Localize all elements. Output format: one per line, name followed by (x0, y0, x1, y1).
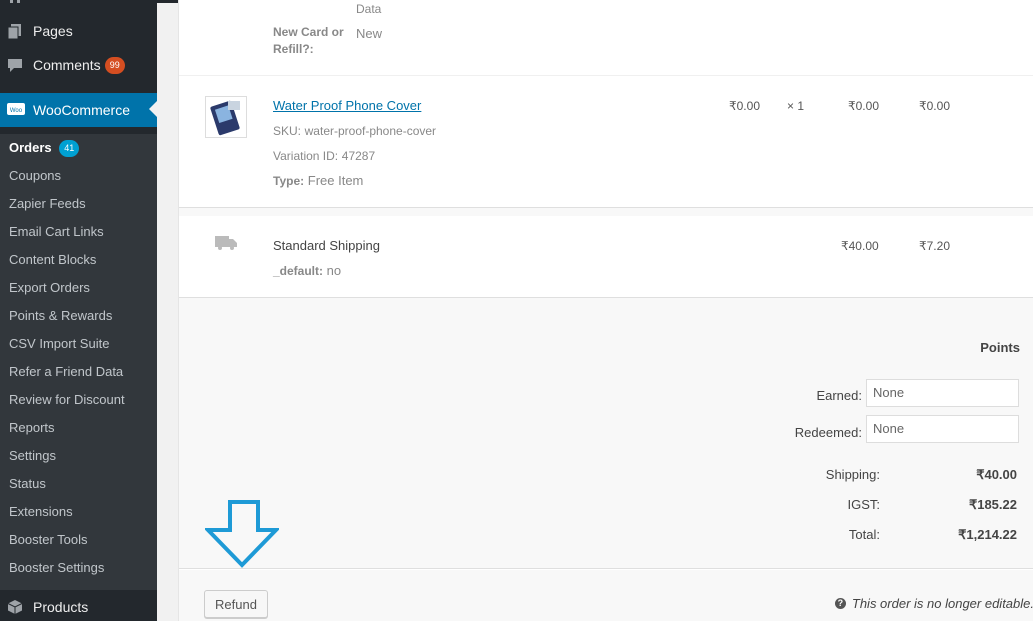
order-totals: Points Earned: None Redeemed: None Shipp… (179, 298, 1033, 569)
type-label: Type: (273, 174, 305, 188)
annotation-down-arrow-icon (205, 500, 279, 568)
submenu-item-zapier-feeds[interactable]: Zapier Feeds (0, 190, 157, 218)
refund-button[interactable]: Refund (204, 590, 268, 618)
submenu-item-reports[interactable]: Reports (0, 414, 157, 442)
submenu-item-email-cart-links[interactable]: Email Cart Links (0, 218, 157, 246)
redeemed-label: Redeemed: (794, 425, 862, 440)
earned-points-field[interactable]: None (866, 379, 1019, 407)
variation-value: 47287 (341, 149, 376, 163)
product-thumbnail[interactable] (205, 96, 247, 138)
shipping-meta-value: no (326, 263, 342, 278)
product-qty: × 1 (787, 99, 805, 113)
sku-label: SKU: (273, 124, 302, 138)
redeemed-points-field[interactable]: None (866, 415, 1019, 443)
submenu-item-points-rewards[interactable]: Points & Rewards (0, 302, 157, 330)
orders-count-badge: 41 (59, 140, 80, 157)
truck-icon (215, 236, 237, 250)
submenu-item-extensions[interactable]: Extensions (0, 498, 157, 526)
igst-label: IGST: (847, 497, 880, 512)
product-cost: ₹0.00 (729, 99, 760, 113)
shipping-total: ₹40.00 (841, 239, 879, 253)
admin-sidebar: Pages Comments 99 Woo WooCommerce Orders… (0, 0, 157, 621)
product-variation-line: Variation ID: 47287 (273, 148, 375, 163)
shipping-row: Standard Shipping _default: no ₹40.00 ₹7… (179, 216, 1033, 298)
shipping-meta-label: _default: (273, 264, 324, 278)
menu-label-comments: Comments (33, 57, 101, 73)
product-name-link[interactable]: Water Proof Phone Cover (273, 98, 421, 113)
order-item-row-partial: Data New Card or Refill?: New (179, 0, 1033, 76)
submenu-item-status[interactable]: Status (0, 470, 157, 498)
product-sku-line: SKU: water-proof-phone-cover (273, 123, 436, 138)
section-gap (179, 208, 1033, 216)
comments-icon (7, 57, 23, 73)
submenu-item-settings[interactable]: Settings (0, 442, 157, 470)
order-total-label: Total: (848, 527, 880, 542)
submenu-item-review-for-discount[interactable]: Review for Discount (0, 386, 157, 414)
not-editable-text: This order is no longer editable. (851, 596, 1033, 611)
shipping-method-name: Standard Shipping (273, 238, 380, 253)
meta-label-new-card: New Card or Refill?: (273, 25, 344, 56)
submenu-item-export-orders[interactable]: Export Orders (0, 274, 157, 302)
meta-value-top: Data (356, 2, 382, 16)
shipping-meta-line: _default: no (273, 263, 341, 278)
woo-logo-text: Woo (10, 108, 23, 114)
variation-label: Variation ID: (273, 149, 339, 163)
sku-value: water-proof-phone-cover (304, 124, 437, 138)
menu-label-woocommerce: WooCommerce (33, 102, 130, 118)
shipping-total-label: Shipping: (825, 467, 880, 482)
submenu-item-booster-settings[interactable]: Booster Settings (0, 554, 157, 582)
comments-count-badge: 99 (104, 56, 125, 74)
submenu-item-refer-a-friend[interactable]: Refer a Friend Data (0, 358, 157, 386)
menu-label-products: Products (33, 599, 89, 615)
shipping-total-value: ₹40.00 (976, 467, 1017, 482)
earned-label: Earned: (816, 388, 862, 403)
type-value: Free Item (307, 173, 364, 188)
menu-item-pages[interactable]: Pages (0, 14, 157, 48)
menu-item-woocommerce[interactable]: Woo WooCommerce (0, 93, 157, 127)
igst-value: ₹185.22 (968, 497, 1017, 512)
product-tax: ₹0.00 (919, 99, 950, 113)
menu-item-comments[interactable]: Comments 99 (0, 48, 157, 82)
order-item-row-product: Water Proof Phone Cover SKU: water-proof… (179, 76, 1033, 208)
submenu-item-orders[interactable]: Orders 41 (0, 134, 157, 162)
menu-item-products[interactable]: Products (0, 590, 157, 621)
woocommerce-icon: Woo (7, 102, 25, 118)
product-type-line: Type: Free Item (273, 173, 363, 188)
submenu-item-content-blocks[interactable]: Content Blocks (0, 246, 157, 274)
not-editable-note: ? This order is no longer editable. (834, 596, 1033, 611)
shipping-tax: ₹7.20 (919, 239, 950, 253)
menu-label-pages: Pages (33, 23, 73, 39)
dashboard-icon (7, 0, 23, 7)
submenu-item-csv-import-suite[interactable]: CSV Import Suite (0, 330, 157, 358)
submenu-item-coupons[interactable]: Coupons (0, 162, 157, 190)
order-total-value: ₹1,214.22 (958, 527, 1017, 542)
pages-icon (7, 23, 23, 40)
submenu-item-booster-tools[interactable]: Booster Tools (0, 526, 157, 554)
submenu-label-orders: Orders (9, 140, 52, 155)
products-icon (7, 599, 23, 615)
meta-value-new-card: New (356, 26, 383, 41)
woocommerce-submenu: Orders 41 Coupons Zapier Feeds Email Car… (0, 134, 157, 590)
order-items-panel: Data New Card or Refill?: New Water Proo… (178, 0, 1033, 621)
help-icon[interactable]: ? (834, 598, 846, 609)
points-heading: Points (980, 340, 1020, 355)
product-total: ₹0.00 (848, 99, 879, 113)
order-actions-footer: Refund ? This order is no longer editabl… (179, 570, 1033, 621)
